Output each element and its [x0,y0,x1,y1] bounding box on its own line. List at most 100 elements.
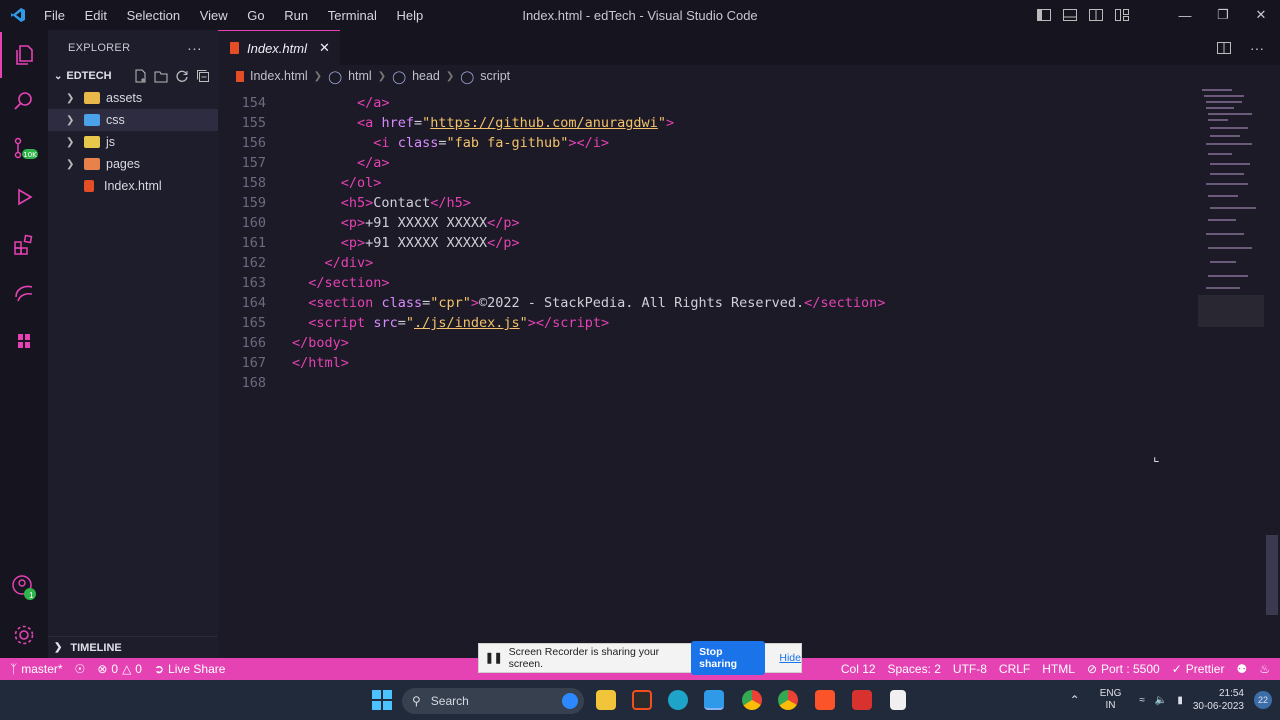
explorer-icon[interactable] [0,32,48,78]
code-line[interactable]: 158 </ol> [218,173,1198,193]
menu-file[interactable]: File [44,8,65,23]
breadcrumb-item[interactable]: head [412,69,440,83]
line-number: 156 [241,135,266,151]
language-indicator[interactable]: ENG IN [1100,688,1122,712]
menu-view[interactable]: View [200,8,228,23]
maximize-icon[interactable]: ❐ [1204,0,1242,30]
line-number: 168 [241,375,266,391]
stop-sharing-button[interactable]: Stop sharing [691,641,766,675]
new-folder-icon[interactable] [154,69,168,83]
volume-icon[interactable]: 🔈 [1155,695,1167,706]
code-line[interactable]: 161 <p>+91 XXXXX XXXXX</p> [218,233,1198,253]
split-editor-icon[interactable] [1216,40,1232,56]
editor-area: Index.html ✕ ··· Index.html ❯ ◯ html ❯ ◯… [218,30,1280,658]
prettier-status[interactable]: ✓ Prettier [1172,662,1225,676]
brave-icon[interactable] [815,690,835,710]
tree-folder-assets[interactable]: ❯ assets [48,87,218,109]
tab-index-html[interactable]: Index.html ✕ [218,30,340,65]
code-line[interactable]: 162 </div> [218,253,1198,273]
workspace-root[interactable]: ⌄ EDTECH [48,65,218,87]
notification-badge[interactable]: 22 [1254,691,1272,709]
problems-status[interactable]: ⊗ 0 △ 0 [97,662,142,676]
breadcrumb-item[interactable]: html [348,69,372,83]
file-explorer-icon[interactable] [596,690,616,710]
vscode-taskbar-icon[interactable] [704,690,724,710]
source-control-icon[interactable]: 10K [0,126,48,172]
new-file-icon[interactable] [133,69,147,83]
minimap[interactable] [1198,87,1264,387]
code-editor[interactable]: 154 </a> 155 <a href="https://github.com/… [218,93,1198,393]
timeline-section[interactable]: ❯ TIMELINE [48,636,218,658]
menu-go[interactable]: Go [247,8,264,23]
code-line[interactable]: 166 </body> [218,333,1198,353]
more-actions-icon[interactable]: ··· [187,40,202,56]
indentation[interactable]: Spaces: 2 [888,662,941,676]
breadcrumb-item[interactable]: script [480,69,510,83]
close-icon[interactable]: ✕ [1242,0,1280,30]
menu-help[interactable]: Help [397,8,424,23]
line-number: 163 [241,275,266,291]
menu-edit[interactable]: Edit [85,8,107,23]
toggle-panel-icon[interactable] [1062,7,1078,23]
vertical-scrollbar[interactable] [1266,535,1278,615]
more-actions-icon[interactable]: ··· [1250,40,1264,56]
hide-link[interactable]: Hide [779,652,801,664]
code-line[interactable]: 165 <script src="./js/index.js"></script… [218,313,1198,333]
toggle-secondary-sidebar-icon[interactable] [1088,7,1104,23]
live-server-status[interactable]: ⊘ Port : 5500 [1087,662,1160,676]
menu-terminal[interactable]: Terminal [328,8,377,23]
collapse-all-icon[interactable] [196,69,210,83]
live-share-button[interactable]: ➲ Live Share [154,662,225,676]
edge-icon[interactable] [668,690,688,710]
accounts-status-icon[interactable]: ⚉ [1236,662,1247,676]
sync-icon[interactable]: ☉ [75,662,86,676]
tree-folder-js[interactable]: ❯ js [48,131,218,153]
code-line[interactable]: 167 </html> [218,353,1198,373]
menu-run[interactable]: Run [284,8,308,23]
code-line[interactable]: 164 <section class="cpr">©2022 - StackPe… [218,293,1198,313]
code-line[interactable]: 154 </a> [218,93,1198,113]
tree-file-index-html[interactable]: Index.html [48,175,218,197]
code-line[interactable]: 160 <p>+91 XXXXX XXXXX</p> [218,213,1198,233]
run-debug-icon[interactable] [0,174,48,220]
extensions-icon[interactable] [0,222,48,268]
customize-layout-icon[interactable] [1114,7,1130,23]
clock[interactable]: 21:54 30-06-2023 [1193,687,1244,713]
breadcrumb-item[interactable]: Index.html [250,69,308,83]
cursor-position[interactable]: Col 12 [841,662,876,676]
code-line[interactable]: 168 [218,373,1198,393]
tree-folder-css[interactable]: ❯ css [48,109,218,131]
notifications-bell-icon[interactable]: ♨ [1259,662,1270,676]
language-mode[interactable]: HTML [1042,662,1075,676]
code-line[interactable]: 156 <i class="fab fa-github"></i> [218,133,1198,153]
chrome-icon[interactable] [742,690,762,710]
code-line[interactable]: 159 <h5>Contact</h5> [218,193,1198,213]
menu-selection[interactable]: Selection [127,8,180,23]
remote-explorer-icon[interactable] [0,270,48,316]
chrome-profile-icon[interactable] [778,690,798,710]
line-number: 159 [241,195,266,211]
tree-folder-pages[interactable]: ❯ pages [48,153,218,175]
code-line[interactable]: 163 </section> [218,273,1198,293]
encoding[interactable]: UTF-8 [953,662,987,676]
accounts-icon[interactable]: 1 [0,564,48,610]
battery-icon[interactable]: ▮ [1177,695,1183,706]
windows-start-icon[interactable] [372,690,392,710]
refresh-icon[interactable] [175,69,189,83]
chevron-up-icon[interactable]: ⌃ [1070,693,1080,707]
notepad-icon[interactable] [890,690,906,710]
code-line[interactable]: 157 </a> [218,153,1198,173]
testing-icon[interactable] [0,318,48,364]
code-line[interactable]: 155 <a href="https://github.com/anuragdw… [218,113,1198,133]
figma-icon[interactable] [632,690,652,710]
toggle-sidebar-icon[interactable] [1036,7,1052,23]
wifi-icon[interactable]: ≈ [1139,695,1145,706]
settings-gear-icon[interactable] [0,612,48,658]
branch-status[interactable]: ᛉ master* [10,662,63,676]
wps-office-icon[interactable] [852,690,872,710]
taskbar-search[interactable]: ⚲ Search [402,688,584,714]
end-of-line[interactable]: CRLF [999,662,1030,676]
close-tab-icon[interactable]: ✕ [319,40,330,56]
minimize-icon[interactable]: — [1166,0,1204,30]
search-icon[interactable] [0,78,48,124]
